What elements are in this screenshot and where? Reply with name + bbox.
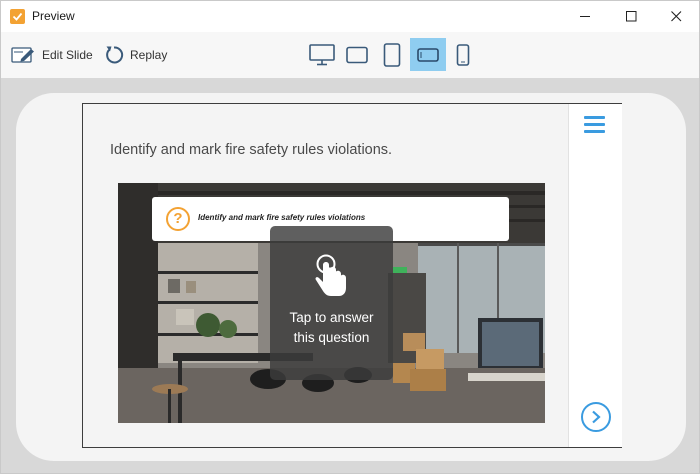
slide: Identify and mark fire safety rules viol… bbox=[82, 103, 622, 448]
replay-label: Replay bbox=[130, 48, 168, 62]
slide-sidebar bbox=[568, 104, 622, 447]
phone-portrait-view-button[interactable] bbox=[445, 38, 481, 71]
maximize-button[interactable] bbox=[608, 1, 654, 32]
tap-line-2: this question bbox=[293, 330, 370, 345]
tablet-landscape-icon bbox=[346, 46, 368, 63]
desktop-icon bbox=[309, 43, 335, 65]
desktop-view-button[interactable] bbox=[304, 38, 340, 71]
menu-line bbox=[584, 130, 605, 133]
tablet-portrait-view-button[interactable] bbox=[374, 38, 410, 71]
minimize-button[interactable] bbox=[562, 1, 608, 32]
phone-landscape-view-button[interactable] bbox=[410, 38, 446, 71]
tap-instruction: Tap to answer this question bbox=[270, 308, 393, 348]
next-slide-button[interactable] bbox=[581, 402, 611, 432]
question-mark-icon: ? bbox=[166, 207, 190, 231]
preview-window: Preview Edit Slide Replay Identify and m… bbox=[0, 0, 700, 474]
window-title: Preview bbox=[32, 9, 75, 23]
tap-line-1: Tap to answer bbox=[289, 310, 374, 325]
menu-line bbox=[584, 116, 605, 119]
phone-portrait-icon bbox=[456, 43, 470, 66]
edit-slide-button[interactable]: Edit Slide bbox=[11, 42, 93, 68]
close-button[interactable] bbox=[653, 1, 699, 32]
chevron-right-icon bbox=[592, 410, 601, 424]
question-text: Identify and mark fire safety rules viol… bbox=[110, 142, 393, 158]
tap-to-answer-overlay[interactable]: Tap to answer this question bbox=[270, 226, 393, 380]
question-banner-text: Identify and mark fire safety rules viol… bbox=[198, 213, 366, 222]
tap-hand-icon bbox=[315, 254, 346, 296]
office-photo[interactable]: ? Identify and mark fire safety rules vi… bbox=[118, 183, 545, 423]
hamburger-menu-button[interactable] bbox=[584, 116, 608, 136]
close-icon bbox=[670, 11, 681, 22]
maximize-icon bbox=[625, 11, 636, 22]
edit-slide-label: Edit Slide bbox=[42, 48, 93, 62]
replay-icon bbox=[106, 46, 124, 64]
title-bar: Preview bbox=[1, 1, 699, 32]
edit-slide-icon bbox=[11, 47, 34, 63]
minimize-icon bbox=[579, 16, 590, 17]
tablet-landscape-view-button[interactable] bbox=[339, 38, 375, 71]
toolbar: Edit Slide Replay bbox=[1, 32, 699, 78]
tablet-portrait-icon bbox=[383, 42, 401, 67]
preview-app-icon bbox=[10, 9, 25, 24]
replay-button[interactable]: Replay bbox=[104, 42, 167, 68]
phone-landscape-icon bbox=[417, 47, 439, 62]
menu-line bbox=[584, 123, 605, 126]
